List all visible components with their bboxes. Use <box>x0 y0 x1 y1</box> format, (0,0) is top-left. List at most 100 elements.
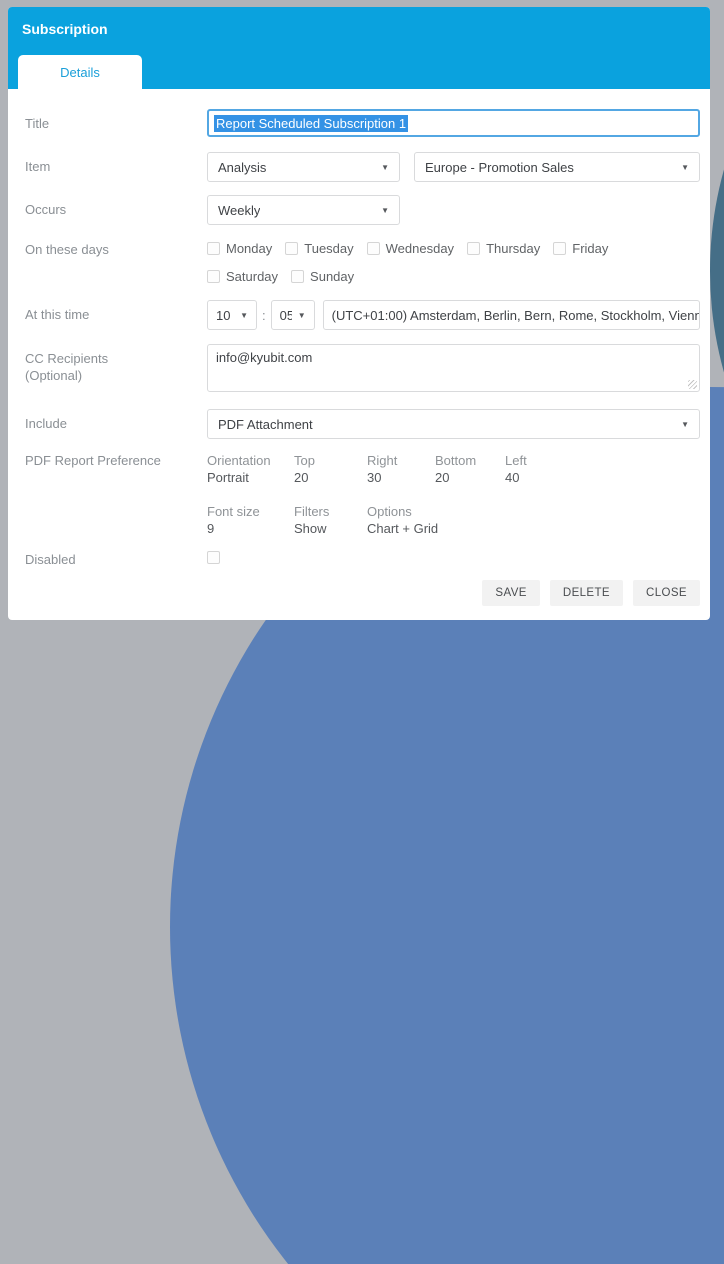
timezone-input[interactable]: (UTC+01:00) Amsterdam, Berlin, Bern, Rom… <box>322 300 700 330</box>
pdf-font-size: Font size 9 <box>207 503 294 537</box>
pdf-filters-value: Show <box>294 521 327 536</box>
checkbox-thursday[interactable]: Thursday <box>467 241 540 256</box>
cc-label-line1: CC Recipients <box>25 351 109 366</box>
checkbox-monday[interactable]: Monday <box>207 241 272 256</box>
pdf-font-size-label: Font size <box>207 504 260 519</box>
minute-value: 05 <box>279 307 292 323</box>
title-label: Title <box>25 116 50 131</box>
subscription-dialog: Subscription Details Title Report Schedu… <box>8 7 710 620</box>
pdf-grid-row-1: Orientation Portrait Top 20 Right 30 Bot… <box>207 452 700 486</box>
dialog-header: Subscription Details <box>8 7 710 89</box>
item-value: Europe - Promotion Sales <box>425 159 574 175</box>
occurs-value: Weekly <box>218 202 261 218</box>
occurs-select[interactable]: Weekly ▼ <box>207 195 400 225</box>
thursday-label: Thursday <box>486 241 541 256</box>
time-separator: : <box>262 307 266 323</box>
pdf-filters: Filters Show <box>294 503 367 537</box>
wednesday-label: Wednesday <box>385 241 455 256</box>
pdf-top: Top 20 <box>294 452 367 486</box>
title-input-selected-text: Report Scheduled Subscription 1 <box>214 114 409 132</box>
minute-select[interactable]: 05 ▼ <box>270 300 315 330</box>
days-row-2: Saturday Sunday <box>207 269 700 284</box>
include-label: Include <box>25 416 67 431</box>
save-button[interactable]: SAVE <box>482 580 540 606</box>
pdf-left-label: Left <box>505 453 527 468</box>
friday-label: Friday <box>572 241 609 256</box>
pdf-right: Right 30 <box>367 452 435 486</box>
saturday-label: Saturday <box>226 269 279 284</box>
pdf-orientation: Orientation Portrait <box>207 452 294 486</box>
item-select[interactable]: Europe - Promotion Sales ▼ <box>414 152 700 182</box>
delete-button[interactable]: DELETE <box>549 580 623 606</box>
checkbox-wednesday[interactable]: Wednesday <box>366 241 455 256</box>
occurs-label: Occurs <box>25 202 67 217</box>
pdf-left-value: 40 <box>505 470 520 485</box>
chevron-down-icon: ▼ <box>297 310 306 320</box>
pdf-grid-row-2: Font size 9 Filters Show Options Chart +… <box>207 503 700 537</box>
hour-value: 10 <box>216 307 231 323</box>
checkbox-sunday[interactable]: Sunday <box>291 269 354 284</box>
form-row-occurs: Occurs Weekly ▼ <box>25 195 700 225</box>
item-label: Item <box>25 159 51 174</box>
item-type-select[interactable]: Analysis ▼ <box>207 152 400 182</box>
title-input[interactable]: Report Scheduled Subscription 1 <box>207 109 700 137</box>
monday-checkbox-box[interactable] <box>207 242 220 255</box>
cc-recipients-textarea[interactable]: info@kyubit.com <box>207 344 700 392</box>
pdf-right-value: 30 <box>367 470 382 485</box>
cc-recipients-value: info@kyubit.com <box>216 350 313 365</box>
tab-details[interactable]: Details <box>18 55 142 89</box>
pdf-orientation-label: Orientation <box>207 453 271 468</box>
pdf-bottom-value: 20 <box>435 470 450 485</box>
pdf-preference-label: PDF Report Preference <box>25 453 161 468</box>
dialog-title: Subscription <box>22 21 108 37</box>
pdf-bottom: Bottom 20 <box>435 452 505 486</box>
pdf-font-size-value: 9 <box>207 521 215 536</box>
wednesday-checkbox-box[interactable] <box>366 242 380 255</box>
cc-label-line2: (Optional) <box>25 368 83 383</box>
days-row-1: Monday Tuesday Wednesday Thursday Friday <box>207 241 700 256</box>
form-row-pdf-preference: PDF Report Preference Orientation Portra… <box>25 452 700 537</box>
form-row-days: On these days Monday Tuesday Wednesday T… <box>25 241 700 284</box>
pdf-options-value: Chart + Grid <box>367 521 439 536</box>
chevron-down-icon: ▼ <box>381 162 389 172</box>
sunday-label: Sunday <box>310 269 355 284</box>
pdf-orientation-value: Portrait <box>207 470 249 485</box>
disabled-label: Disabled <box>25 552 76 567</box>
pdf-filters-label: Filters <box>294 504 330 519</box>
days-label: On these days <box>25 242 109 257</box>
chevron-down-icon: ▼ <box>681 162 689 172</box>
monday-label: Monday <box>226 241 273 256</box>
checkbox-tuesday[interactable]: Tuesday <box>285 241 354 256</box>
chevron-down-icon: ▼ <box>681 419 689 429</box>
time-label: At this time <box>25 307 90 322</box>
friday-checkbox-box[interactable] <box>553 242 567 255</box>
checkbox-saturday[interactable]: Saturday <box>207 269 278 284</box>
pdf-bottom-label: Bottom <box>435 453 477 468</box>
timezone-value: (UTC+01:00) Amsterdam, Berlin, Bern, Rom… <box>331 307 700 323</box>
thursday-checkbox-box[interactable] <box>467 242 481 255</box>
include-select[interactable]: PDF Attachment ▼ <box>207 409 700 439</box>
item-type-value: Analysis <box>218 159 267 175</box>
chevron-down-icon: ▼ <box>240 310 248 320</box>
include-value: PDF Attachment <box>218 416 313 432</box>
form-row-disabled: Disabled <box>25 551 700 569</box>
checkbox-friday[interactable]: Friday <box>553 241 608 256</box>
form-row-include: Include PDF Attachment ▼ <box>25 409 700 439</box>
pdf-right-label: Right <box>367 453 398 468</box>
disabled-checkbox[interactable] <box>207 551 220 564</box>
pdf-top-value: 20 <box>294 470 309 485</box>
pdf-options-label: Options <box>367 504 412 519</box>
tuesday-label: Tuesday <box>304 241 354 256</box>
resize-handle-icon[interactable] <box>688 380 697 389</box>
hour-select[interactable]: 10 ▼ <box>207 300 257 330</box>
form-row-title: Title Report Scheduled Subscription 1 <box>25 109 700 137</box>
tuesday-checkbox-box[interactable] <box>285 242 299 255</box>
form-row-item: Item Analysis ▼ Europe - Promotion Sales… <box>25 152 700 182</box>
saturday-checkbox-box[interactable] <box>207 270 220 283</box>
form-row-cc: CC Recipients (Optional) info@kyubit.com <box>25 344 700 392</box>
dialog-buttons: SAVE DELETE CLOSE <box>25 580 700 606</box>
tab-details-label: Details <box>60 64 100 80</box>
sunday-checkbox-box[interactable] <box>291 270 305 283</box>
close-button[interactable]: CLOSE <box>633 580 700 606</box>
pdf-left: Left 40 <box>505 452 527 486</box>
